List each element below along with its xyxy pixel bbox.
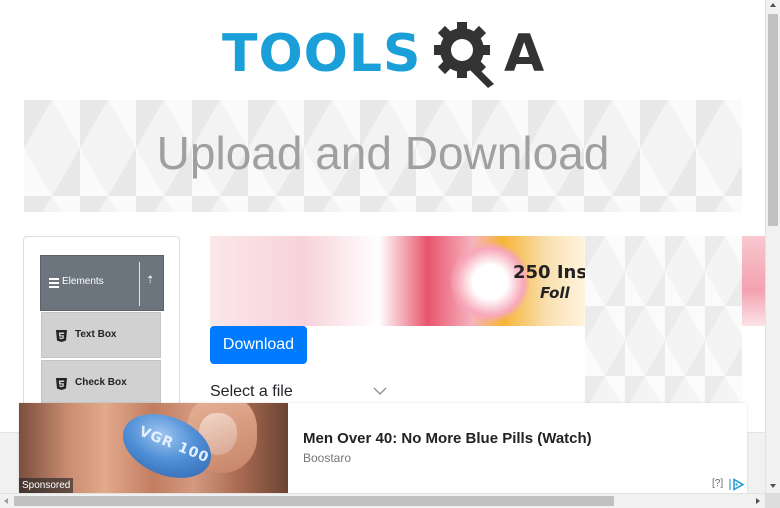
sidebar-item-label: Check Box: [75, 377, 127, 388]
side-ad-area: [585, 236, 742, 404]
html5-icon: [56, 330, 67, 342]
hamburger-icon: [49, 278, 59, 288]
top-ad-text-2: Foll: [540, 284, 570, 302]
ad-source[interactable]: Boostaro: [303, 451, 351, 465]
vertical-scrollbar[interactable]: [765, 0, 780, 493]
sponsored-ad[interactable]: VGR 100 Sponsored Men Over 40: No More B…: [19, 403, 747, 493]
adchoices-icon[interactable]: [729, 478, 745, 491]
scroll-left-icon[interactable]: [4, 498, 8, 504]
download-button[interactable]: Download: [210, 326, 307, 364]
scroll-up-icon[interactable]: [770, 3, 776, 7]
collapse-up-icon[interactable]: ⇡: [146, 276, 154, 286]
gear-magnifier-q-icon: [434, 22, 494, 88]
sidebar-group-elements[interactable]: Elements ⇡: [40, 255, 164, 311]
top-ad-banner[interactable]: 250 Inst Foll: [210, 236, 585, 326]
sidebar-group-label: Elements: [62, 276, 104, 287]
ad-photo[interactable]: VGR 100 Sponsored: [19, 403, 288, 493]
sponsored-tag: Sponsored: [19, 478, 74, 493]
sidebar-item-text-box[interactable]: Text Box: [41, 312, 161, 358]
select-file-label: Select a file: [210, 383, 293, 400]
scrollbar-corner: [765, 493, 780, 508]
scroll-down-icon[interactable]: [770, 484, 776, 488]
ad-title[interactable]: Men Over 40: No More Blue Pills (Watch): [303, 430, 592, 447]
chevron-down-icon: [373, 387, 387, 395]
page-banner: Upload and Download: [24, 100, 742, 212]
horizontal-scroll-thumb[interactable]: [14, 496, 614, 506]
vertical-scroll-thumb[interactable]: [768, 14, 778, 226]
page-viewport: TOOLS A Upload and Download Elements ⇡ T…: [0, 0, 765, 493]
html5-icon: [56, 378, 67, 390]
ad-help-link[interactable]: [?]: [712, 478, 723, 489]
toolsqa-logo[interactable]: TOOLS A: [222, 14, 552, 92]
side-ad-edge: [742, 236, 765, 326]
top-ad-text: 250 Inst: [513, 262, 585, 283]
logo-text: TOOLS: [222, 24, 422, 84]
logo-suffix: A: [504, 24, 545, 84]
sidebar-item-label: Text Box: [75, 329, 117, 340]
horizontal-scrollbar[interactable]: [0, 493, 765, 508]
scroll-right-icon[interactable]: [756, 498, 760, 504]
page-title: Upload and Download: [156, 127, 610, 179]
sidebar-item-check-box[interactable]: Check Box: [41, 360, 161, 406]
header-divider: [139, 262, 140, 306]
